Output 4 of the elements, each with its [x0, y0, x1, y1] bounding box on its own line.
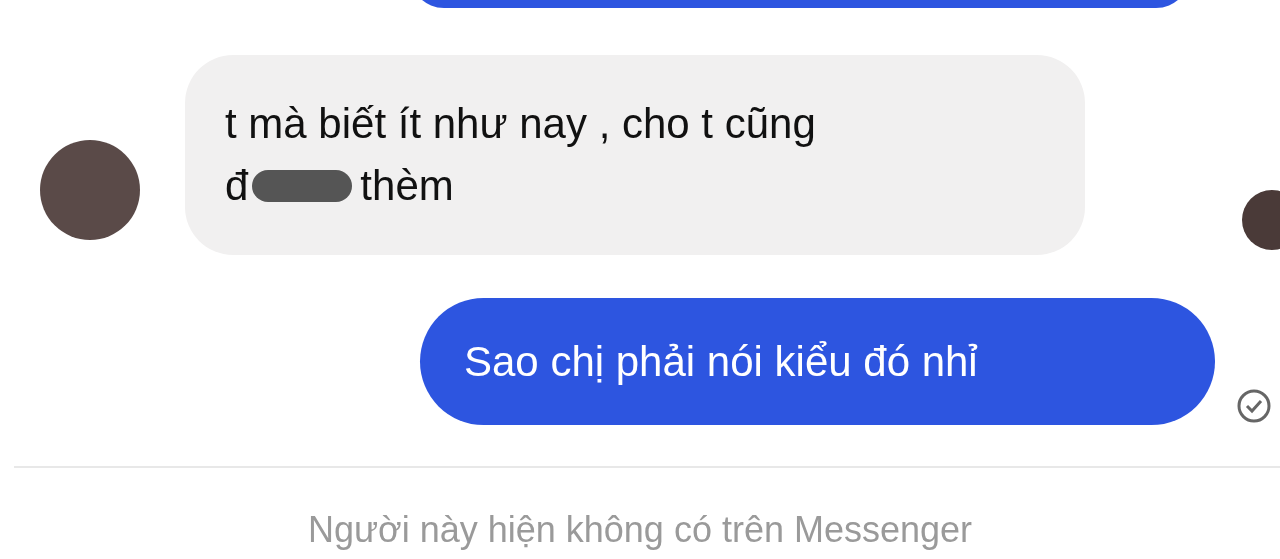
message-text: Sao chị phải nói kiểu đó nhỉ: [464, 337, 978, 387]
message-text: t mà biết ít như nay , cho t cũng: [225, 99, 817, 149]
notice-text: Người này hiện không có trên Messenger: [306, 508, 974, 552]
message-text: đ thèm: [225, 161, 455, 211]
